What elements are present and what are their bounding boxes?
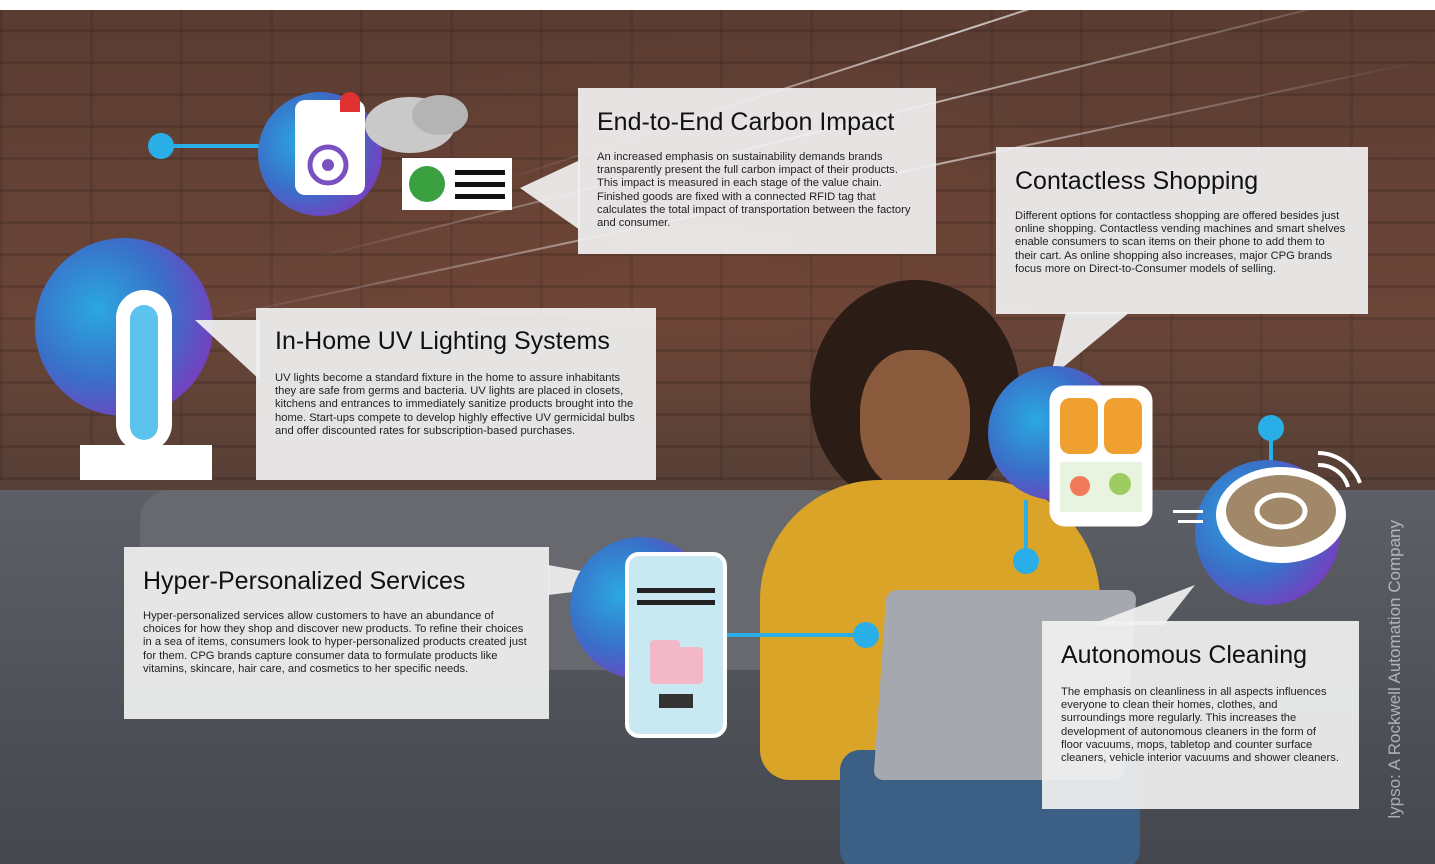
speaker-alarm-cloud-recycle-icon [290, 90, 520, 215]
smart-vending-shelf-icon [1048, 384, 1154, 528]
smartphone-products-icon [625, 552, 727, 738]
card-title: End-to-End Carbon Impact [597, 108, 895, 136]
card-title: Contactless Shopping [1015, 167, 1259, 195]
connector-line [725, 633, 865, 637]
watermark-text: lypso: A Rockwell Automation Company [1385, 520, 1404, 819]
connector-line [1024, 500, 1028, 555]
connector-dot [1013, 548, 1039, 574]
card-body: An increased emphasis on sustainability … [597, 151, 911, 230]
card-title: Hyper-Personalized Services [143, 567, 466, 595]
robot-vacuum-icon [1168, 445, 1368, 565]
card-body: Hyper-personalized services allow custom… [143, 610, 527, 675]
carbon-impact-card: End-to-End Carbon Impact An increased em… [578, 88, 936, 254]
card-title: Autonomous Cleaning [1061, 641, 1307, 669]
uv-lighting-card: In-Home UV Lighting Systems UV lights be… [256, 308, 656, 480]
connector-line [170, 144, 270, 148]
card-body: Different options for contactless shoppi… [1015, 210, 1346, 275]
contactless-shopping-card: Contactless Shopping Different options f… [996, 147, 1368, 314]
card-body: The emphasis on cleanliness in all aspec… [1061, 686, 1339, 765]
card-title: In-Home UV Lighting Systems [275, 327, 610, 355]
hyper-personalized-card: Hyper-Personalized Services Hyper-person… [124, 547, 549, 719]
uv-lamp-icon [80, 285, 212, 480]
watermark: lypso: A Rockwell Automation Company [1375, 510, 1415, 860]
autonomous-cleaning-card: Autonomous Cleaning The emphasis on clea… [1042, 621, 1359, 809]
connector-dot [853, 622, 879, 648]
card-body: UV lights become a standard fixture in t… [275, 372, 635, 437]
